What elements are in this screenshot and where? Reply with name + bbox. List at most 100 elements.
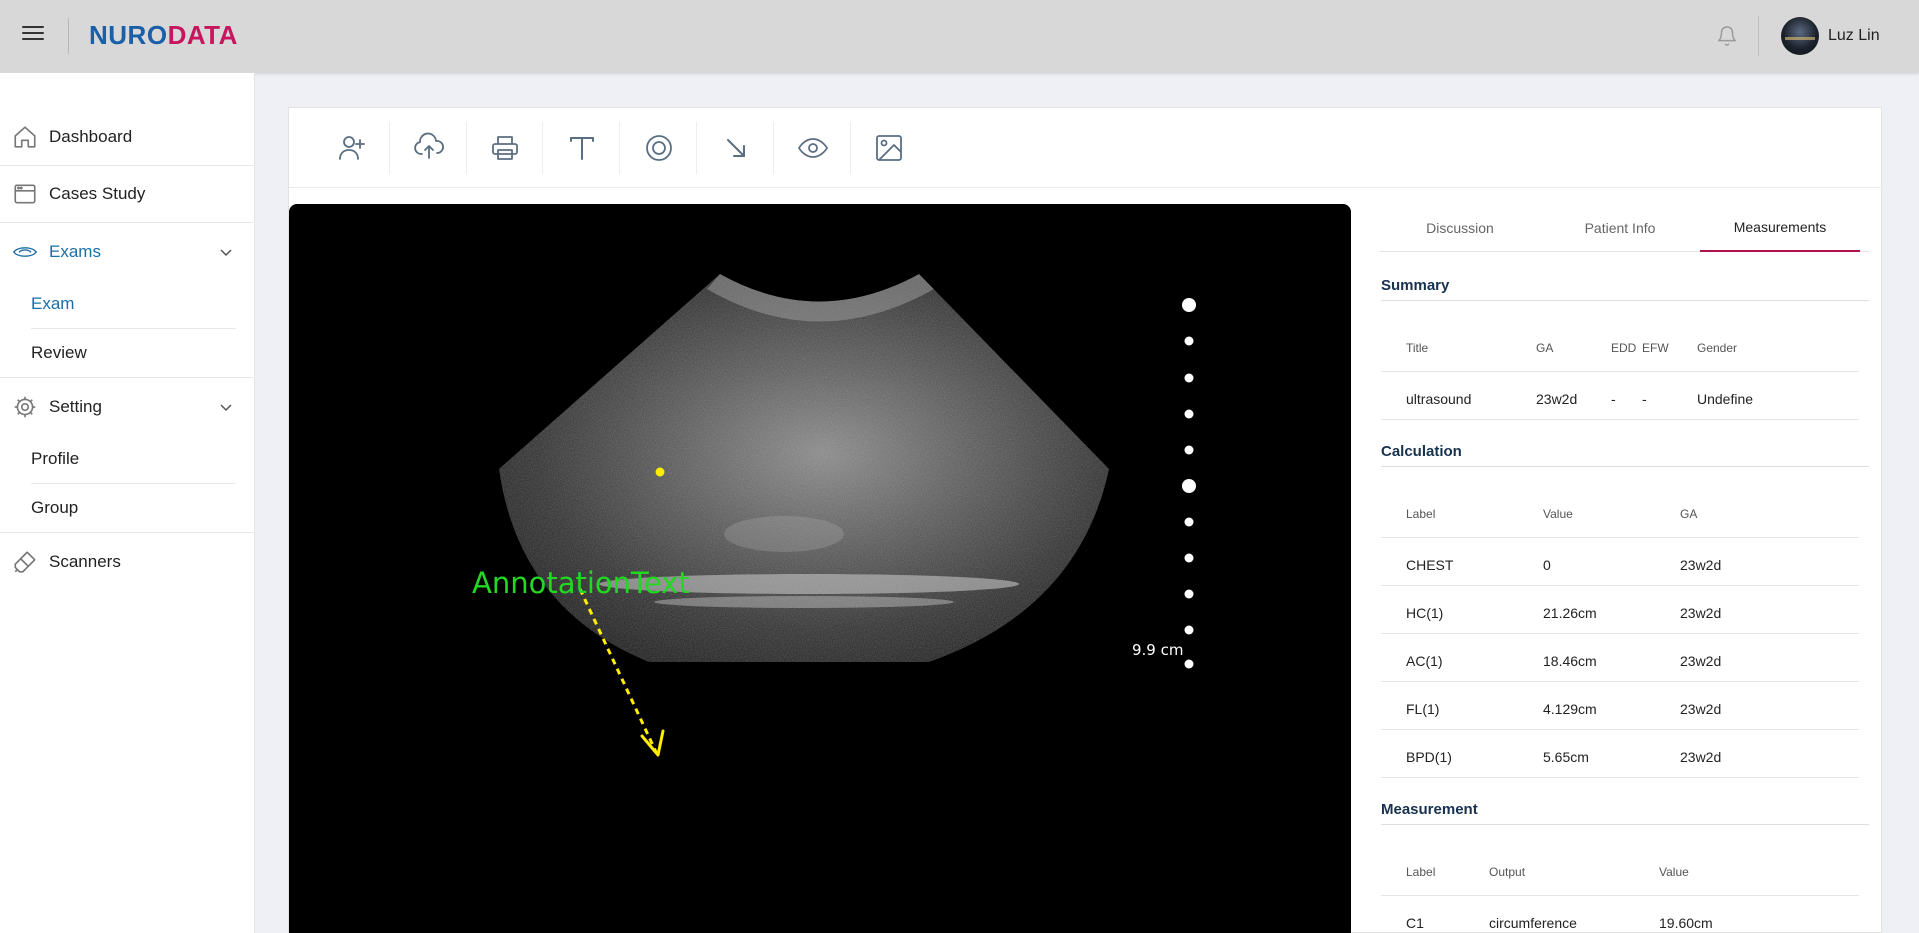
calculation-title: Calculation — [1381, 443, 1462, 460]
sidebar-item-label: Setting — [49, 397, 102, 416]
divider — [0, 532, 255, 533]
chevron-down-icon — [220, 404, 232, 412]
divider — [1381, 681, 1859, 682]
summary-header-efw: EFW — [1642, 341, 1669, 355]
calculation-cell: 21.26cm — [1543, 605, 1597, 621]
calculation-cell: 23w2d — [1680, 557, 1722, 573]
sidebar-subitem-review[interactable]: Review — [0, 329, 255, 377]
divider — [850, 122, 851, 174]
divider — [1381, 585, 1859, 586]
summary-header-title: Title — [1406, 341, 1429, 355]
eye-icon — [797, 138, 829, 158]
user-avatar[interactable] — [1781, 17, 1819, 55]
sidebar-item-setting[interactable]: Setting — [0, 382, 255, 432]
ultrasound-image — [499, 274, 1196, 757]
add-patient-icon — [339, 136, 365, 160]
calculation-header-ga: GA — [1680, 507, 1698, 521]
circle-tool-button[interactable] — [639, 128, 679, 168]
annotation-text[interactable]: AnnotationText — [472, 566, 690, 600]
printer-icon — [492, 136, 518, 160]
notification-bell-icon[interactable] — [1716, 25, 1738, 47]
sidebar-subitem-exam[interactable]: Exam — [0, 280, 255, 328]
depth-scale — [1182, 298, 1196, 669]
summary-header-edd: EDD — [1611, 341, 1637, 355]
sidebar-item-dashboard[interactable]: Dashboard — [0, 112, 255, 162]
calculation-cell: HC(1) — [1406, 605, 1444, 621]
sidebar-item-cases-study[interactable]: Cases Study — [0, 169, 255, 219]
calculation-cell: 23w2d — [1680, 701, 1722, 717]
visibility-button[interactable] — [793, 128, 833, 168]
summary-header-gender: Gender — [1697, 341, 1738, 355]
sidebar-item-scanners[interactable]: Scanners — [0, 537, 255, 587]
summary-edd-value: - — [1611, 391, 1616, 407]
ultrasound-viewer[interactable]: AnnotationText 9.9 cm — [289, 204, 1351, 933]
depth-scale-label: 9.9 cm — [1132, 641, 1184, 659]
calculation-header-value: Value — [1543, 507, 1573, 521]
measurement-header-label: Label — [1406, 865, 1436, 879]
upload-button[interactable] — [409, 128, 449, 168]
ultrasound-probe-icon — [13, 247, 37, 257]
summary-title-value: ultrasound — [1406, 391, 1472, 407]
sidebar: Dashboard Cases Study Exams Exam Review … — [0, 73, 255, 933]
divider — [1381, 777, 1859, 778]
calculation-cell: 4.129cm — [1543, 701, 1597, 717]
tab-patient-info[interactable]: Patient Info — [1540, 204, 1700, 252]
sidebar-item-label: Exams — [49, 242, 101, 261]
measurement-cell: 19.60cm — [1659, 915, 1713, 931]
calculation-header-label: Label — [1406, 507, 1436, 521]
sidebar-subitem-label: Exam — [31, 294, 75, 313]
divider — [466, 122, 467, 174]
header-divider — [68, 18, 69, 54]
scanner-probe-icon — [14, 551, 36, 573]
divider — [0, 377, 255, 378]
print-button[interactable] — [485, 128, 525, 168]
divider — [696, 122, 697, 174]
divider — [1381, 633, 1859, 634]
annotation-point[interactable] — [655, 467, 665, 477]
divider — [1381, 466, 1869, 467]
add-patient-button[interactable] — [332, 128, 372, 168]
calculation-cell: AC(1) — [1406, 653, 1443, 669]
sidebar-subitem-group[interactable]: Group — [0, 484, 255, 532]
gear-icon — [14, 396, 36, 418]
sidebar-subitem-label: Profile — [31, 449, 80, 468]
measurements-panel: Discussion Patient Info Measurements Sum… — [1366, 204, 1883, 933]
image-button[interactable] — [869, 128, 909, 168]
tab-discussion[interactable]: Discussion — [1380, 204, 1540, 252]
tab-measurements[interactable]: Measurements — [1700, 204, 1860, 252]
divider — [1381, 824, 1869, 825]
sidebar-item-label: Dashboard — [49, 127, 133, 146]
calculation-cell: 5.65cm — [1543, 749, 1589, 765]
text-tool-button[interactable] — [562, 128, 602, 168]
calculation-cell: 0 — [1543, 557, 1551, 573]
measurement-header-value: Value — [1659, 865, 1689, 879]
divider — [619, 122, 620, 174]
arrow-tool-button[interactable] — [716, 128, 756, 168]
summary-header-ga: GA — [1536, 341, 1554, 355]
panel-tabs: Discussion Patient Info Measurements — [1380, 204, 1870, 252]
divider — [389, 122, 390, 174]
exam-card: AnnotationText 9.9 cm Discussion Patient… — [288, 107, 1883, 933]
toolbar — [289, 108, 1883, 188]
user-name[interactable]: Luz Lin — [1828, 27, 1880, 45]
upload-cloud-icon — [414, 132, 444, 159]
calculation-cell: 18.46cm — [1543, 653, 1597, 669]
divider — [1381, 537, 1859, 538]
summary-title: Summary — [1381, 277, 1450, 294]
measurement-title: Measurement — [1381, 801, 1478, 818]
menu-toggle-icon[interactable] — [22, 26, 44, 44]
measurement-cell: circumference — [1489, 915, 1577, 931]
sidebar-item-exams[interactable]: Exams — [0, 227, 255, 277]
app-logo[interactable]: NURODATA — [89, 20, 238, 51]
chevron-down-icon — [220, 249, 232, 257]
sidebar-item-label: Scanners — [49, 552, 121, 571]
calculation-cell: CHEST — [1406, 557, 1454, 573]
sidebar-subitem-profile[interactable]: Profile — [0, 435, 255, 483]
divider — [542, 122, 543, 174]
calculation-cell: FL(1) — [1406, 701, 1440, 717]
image-icon — [876, 135, 902, 161]
sidebar-item-label: Cases Study — [49, 184, 146, 203]
calculation-cell: 23w2d — [1680, 605, 1722, 621]
home-icon — [14, 126, 36, 148]
summary-efw-value: - — [1642, 391, 1647, 407]
